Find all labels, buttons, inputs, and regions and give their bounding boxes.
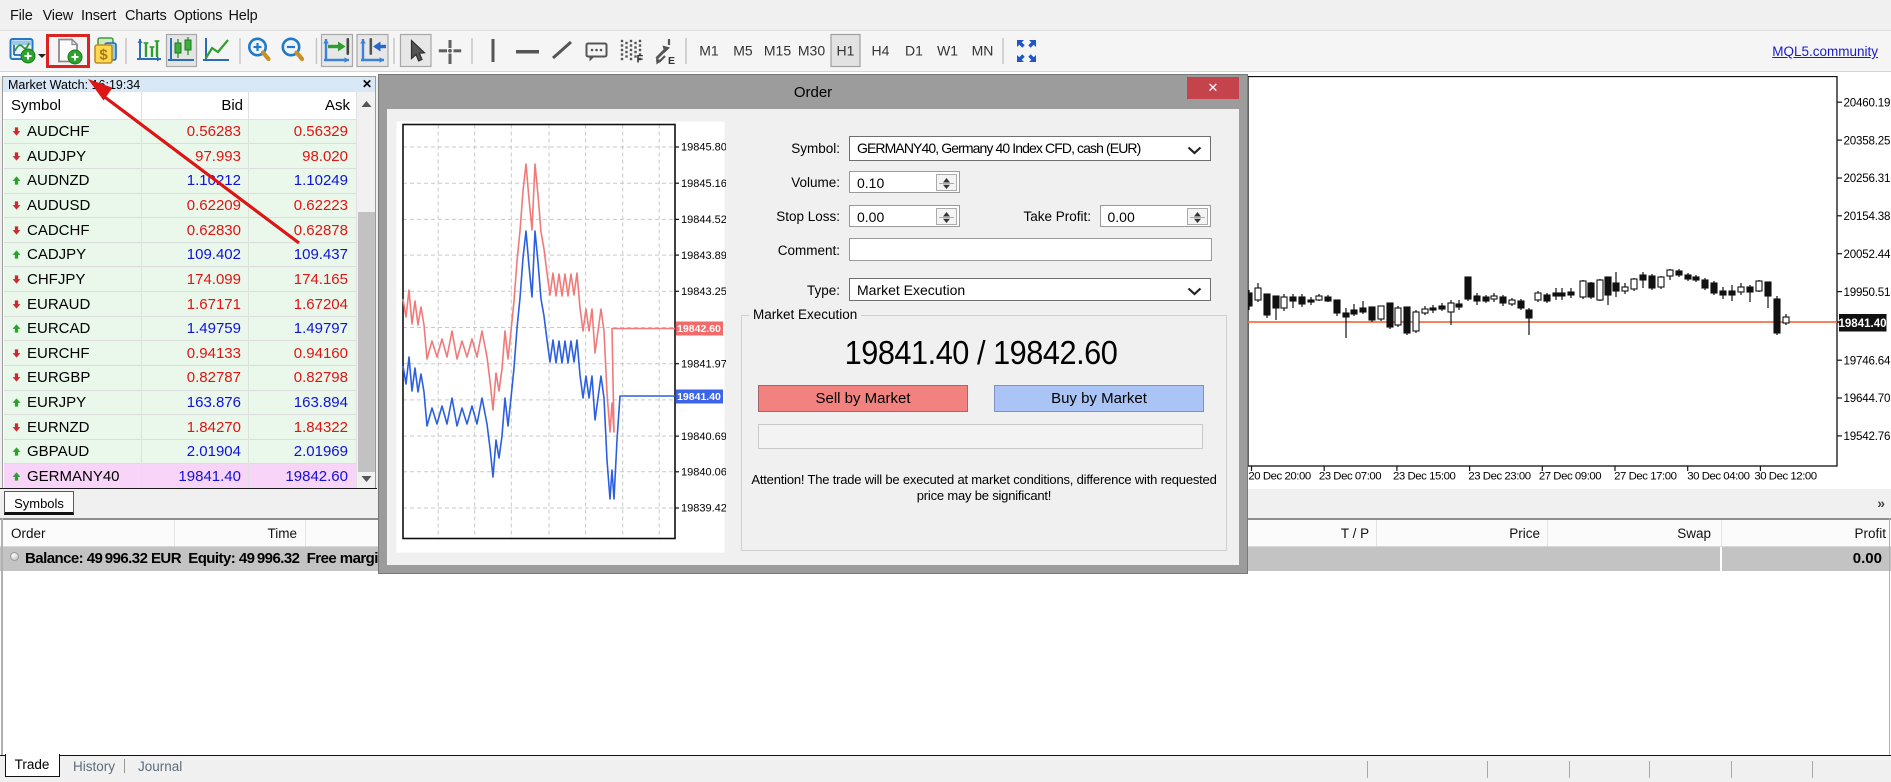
svg-text:19950.51: 19950.51 [1844,286,1891,299]
svg-text:MN: MN [972,43,994,59]
svg-text:M1: M1 [699,43,719,59]
svg-text:30 Dec 04:00: 30 Dec 04:00 [1687,471,1749,483]
svg-text:D1: D1 [905,43,923,59]
svg-text:19644.70: 19644.70 [1844,392,1891,405]
svg-text:F: F [637,54,644,66]
svg-text:23 Dec 07:00: 23 Dec 07:00 [1319,471,1381,483]
svg-text:M15: M15 [764,43,791,59]
svg-text:23 Dec 23:00: 23 Dec 23:00 [1468,471,1530,483]
svg-text:27 Dec 09:00: 27 Dec 09:00 [1539,471,1601,483]
svg-text:19840.06: 19840.06 [681,467,726,479]
svg-text:23 Dec 15:00: 23 Dec 15:00 [1393,471,1455,483]
svg-text:H1: H1 [837,43,855,59]
svg-text:E: E [668,55,675,67]
svg-text:20052.44: 20052.44 [1844,248,1891,261]
svg-text:19841.40: 19841.40 [677,391,721,403]
svg-text:W1: W1 [937,43,958,59]
svg-text:20256.31: 20256.31 [1844,172,1891,185]
svg-text:19841.40: 19841.40 [1839,318,1887,330]
svg-text:27 Dec 17:00: 27 Dec 17:00 [1614,471,1676,483]
svg-text:M5: M5 [733,43,753,59]
svg-text:19839.42: 19839.42 [681,503,726,515]
svg-text:M30: M30 [798,43,825,59]
svg-text:19842.60: 19842.60 [677,323,721,335]
svg-text:19542.76: 19542.76 [1844,430,1891,443]
svg-text:20 Dec 20:00: 20 Dec 20:00 [1248,471,1310,483]
svg-text:$: $ [99,47,108,64]
svg-text:30 Dec 12:00: 30 Dec 12:00 [1754,471,1816,483]
svg-text:H4: H4 [872,43,890,59]
svg-text:19746.64: 19746.64 [1844,354,1891,367]
svg-text:20154.38: 20154.38 [1844,210,1891,223]
svg-text:20358.25: 20358.25 [1844,134,1891,147]
svg-text:20460.19: 20460.19 [1844,96,1891,109]
svg-text:19840.69: 19840.69 [681,431,726,443]
svg-text:19841.97: 19841.97 [681,358,726,370]
